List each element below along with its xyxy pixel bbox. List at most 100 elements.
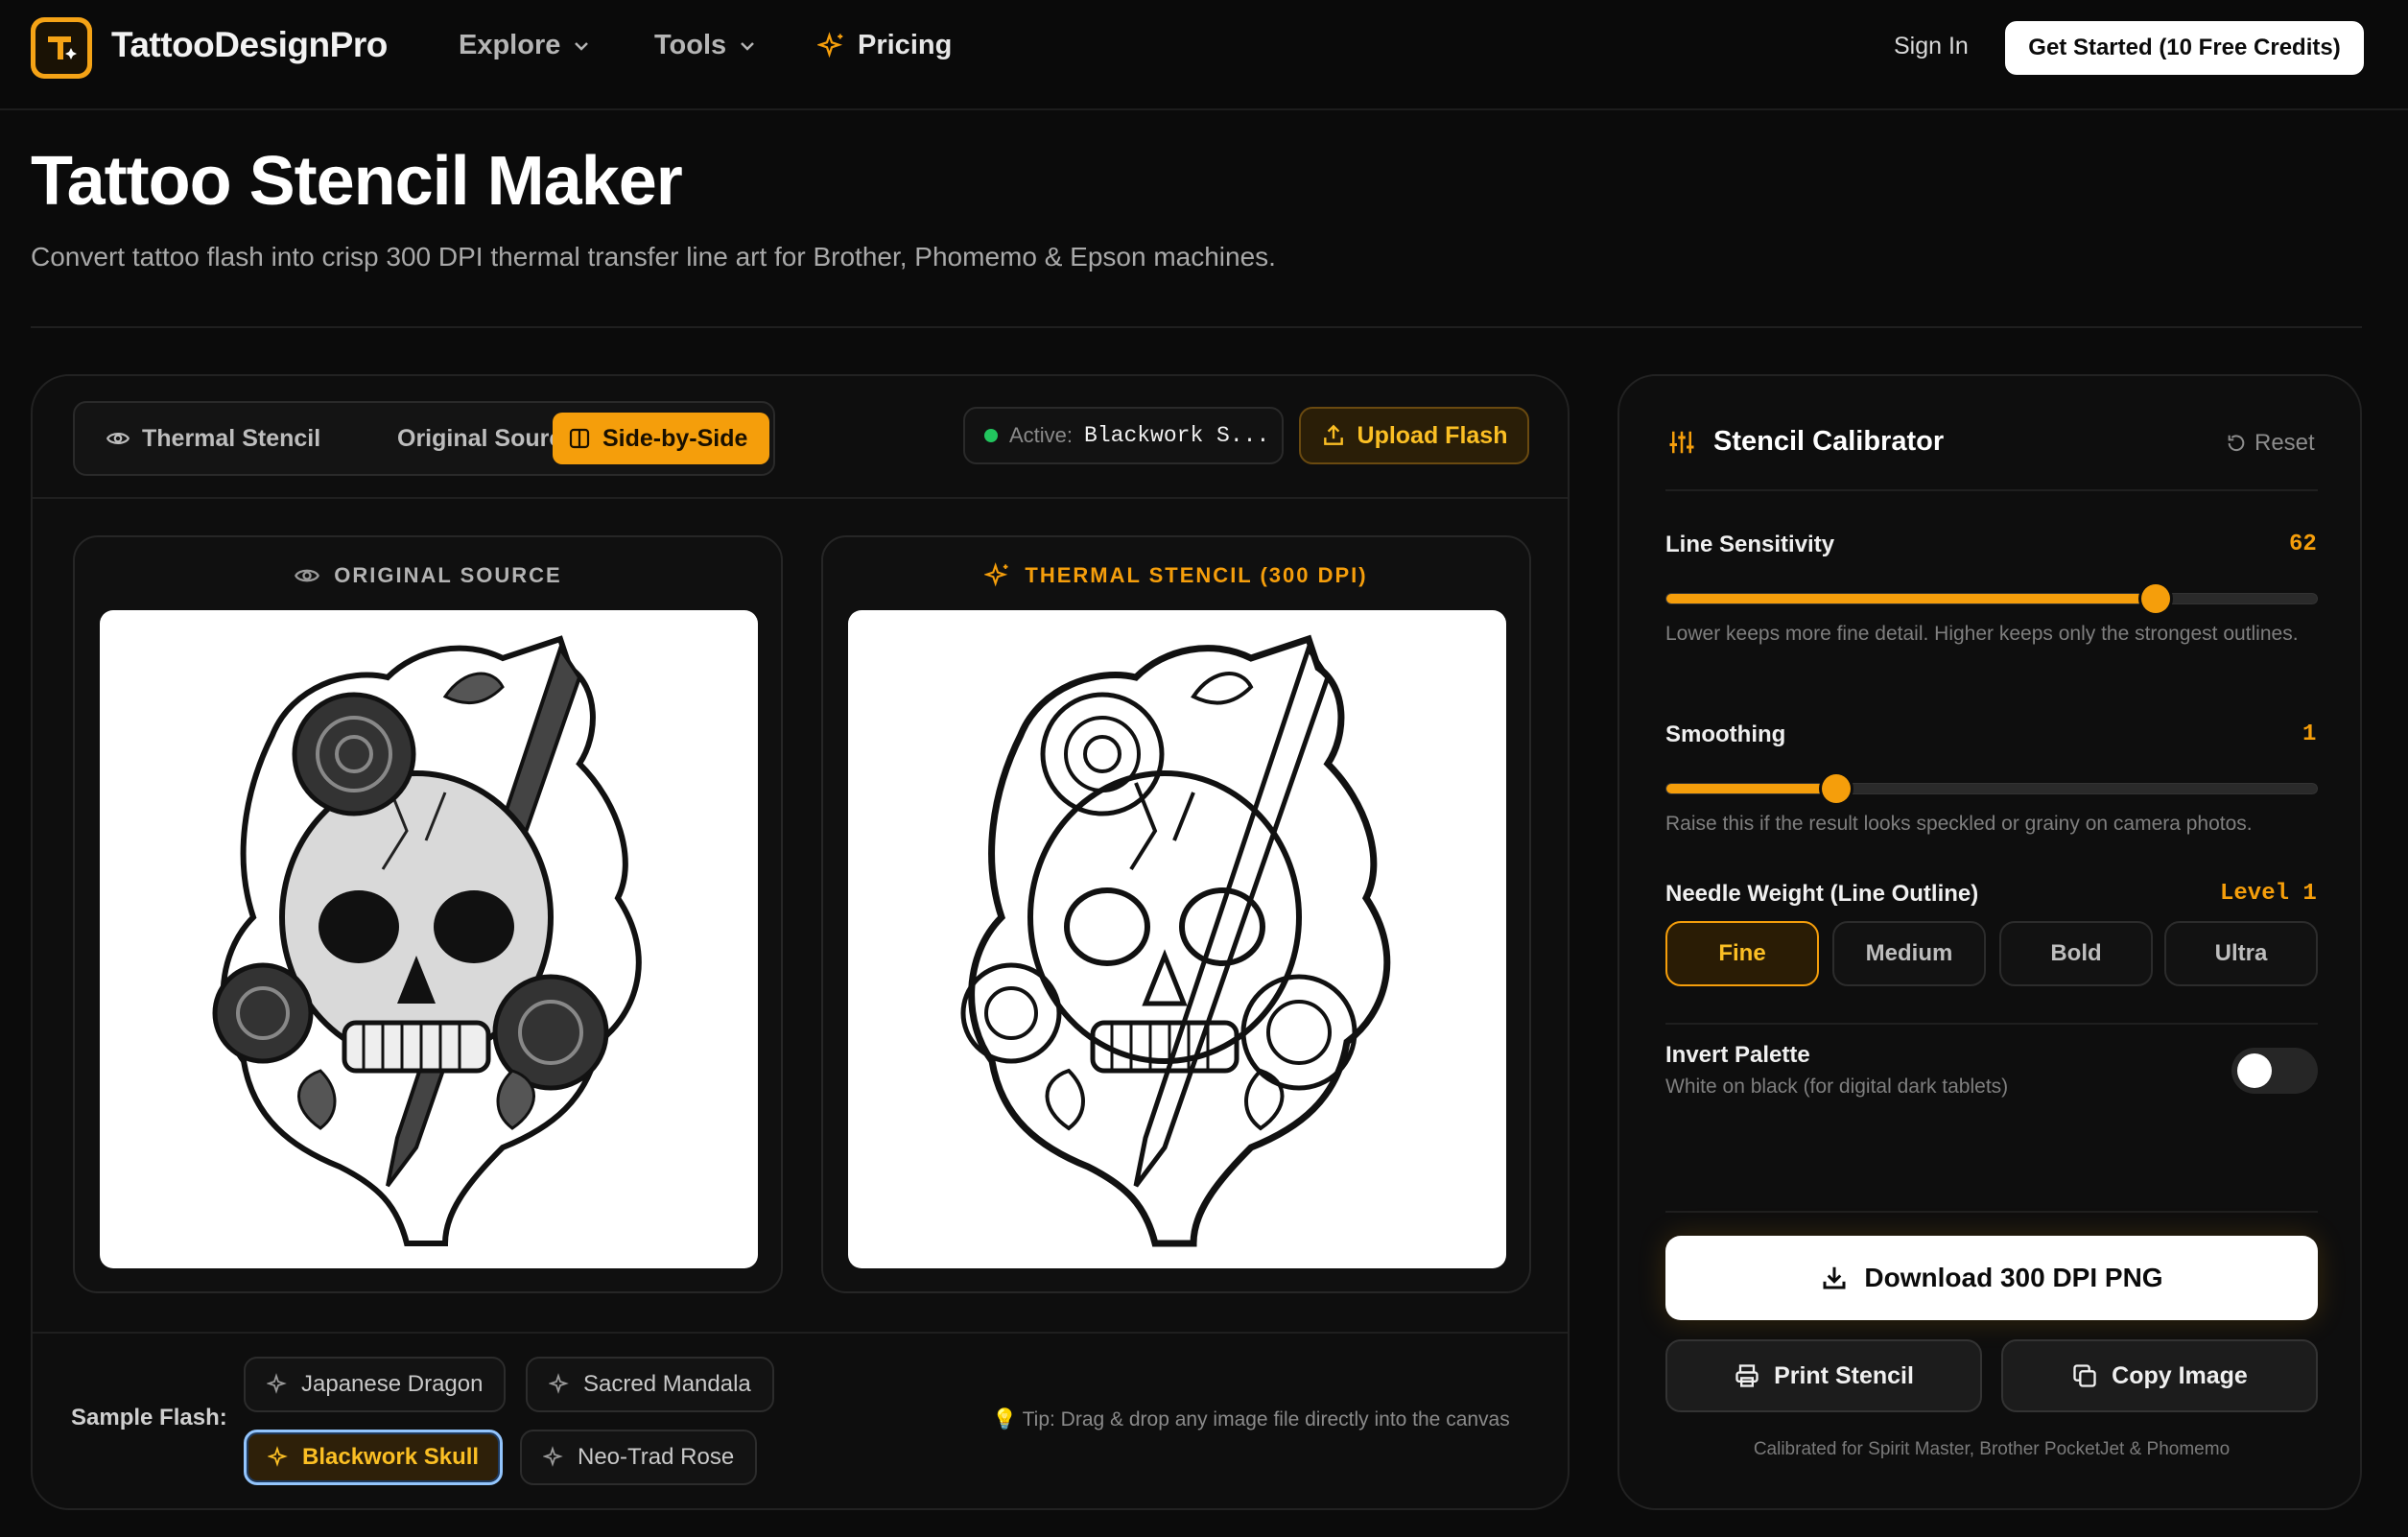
sample-sacred-mandala[interactable]: Sacred Mandala bbox=[526, 1357, 774, 1412]
needle-weight-value: Level 1 bbox=[2220, 881, 2317, 907]
smoothing-value: 1 bbox=[2302, 721, 2317, 747]
page-subtitle: Convert tattoo flash into crisp 300 DPI … bbox=[31, 242, 1276, 272]
original-source-title-text: ORIGINAL SOURCE bbox=[334, 563, 562, 587]
line-sensitivity-slider[interactable] bbox=[1665, 584, 2318, 613]
sample-japanese-dragon-label: Japanese Dragon bbox=[301, 1371, 484, 1397]
download-icon bbox=[1823, 1266, 1846, 1289]
sample-flash-label: Sample Flash: bbox=[71, 1405, 227, 1431]
sample-blackwork-skull-label: Blackwork Skull bbox=[302, 1444, 480, 1470]
copy-image-button[interactable]: Copy Image bbox=[2001, 1339, 2318, 1412]
brand-name[interactable]: TattooDesignPro bbox=[111, 25, 388, 65]
nav-explore-label: Explore bbox=[459, 30, 561, 60]
calibrator-header: Stencil Calibrator bbox=[1667, 426, 1944, 458]
sparkle-icon bbox=[267, 1373, 287, 1394]
calibrator-title: Stencil Calibrator bbox=[1713, 426, 1945, 457]
smoothing-fill bbox=[1666, 784, 1836, 793]
sign-in-link[interactable]: Sign In bbox=[1894, 33, 1969, 60]
stencil-calibrator-panel: Stencil Calibrator Reset Line Sensitivit… bbox=[1617, 374, 2362, 1510]
sparkle-icon bbox=[984, 562, 1008, 587]
sparkle-icon bbox=[268, 1446, 288, 1467]
tab-side-by-side-label: Side-by-Side bbox=[602, 424, 748, 452]
needle-weight-label: Needle Weight (Line Outline) bbox=[1665, 881, 1979, 907]
smoothing-label: Smoothing bbox=[1665, 721, 1786, 747]
actions-divider bbox=[1665, 1211, 2318, 1213]
get-started-button[interactable]: Get Started (10 Free Credits) bbox=[2005, 21, 2364, 75]
view-tabs: Thermal Stencil Original Source Side-by-… bbox=[73, 401, 775, 476]
skull-artwork-stencil bbox=[960, 634, 1391, 1247]
sample-sacred-mandala-label: Sacred Mandala bbox=[583, 1371, 751, 1397]
nav-pricing[interactable]: Pricing bbox=[817, 30, 952, 61]
original-canvas[interactable] bbox=[100, 610, 758, 1268]
top-nav: TattooDesignPro Explore Tools Pricing Si… bbox=[0, 0, 2408, 110]
print-stencil-label: Print Stencil bbox=[1774, 1361, 1914, 1389]
eye-icon bbox=[295, 569, 320, 582]
tab-thermal-stencil-label: Thermal Stencil bbox=[142, 424, 321, 452]
needle-medium-button[interactable]: Medium bbox=[1832, 921, 1986, 986]
sample-neo-trad-rose[interactable]: Neo-Trad Rose bbox=[520, 1430, 758, 1485]
reset-icon bbox=[2228, 435, 2245, 452]
sparkle-icon bbox=[817, 31, 843, 58]
needle-ultra-button[interactable]: Ultra bbox=[2164, 921, 2318, 986]
active-label: Active: bbox=[1009, 423, 1074, 447]
tab-side-by-side[interactable]: Side-by-Side bbox=[553, 413, 769, 464]
line-sensitivity-label: Line Sensitivity bbox=[1665, 532, 1835, 557]
tab-original-source-label: Original Source bbox=[397, 424, 577, 452]
upload-icon bbox=[1323, 424, 1343, 445]
invert-palette-label: Invert Palette bbox=[1665, 1042, 1810, 1068]
line-sensitivity-fill bbox=[1666, 594, 2156, 603]
nav-explore[interactable]: Explore bbox=[459, 30, 591, 61]
logo[interactable] bbox=[31, 17, 92, 79]
status-dot bbox=[984, 429, 998, 442]
copy-icon bbox=[2073, 1364, 2096, 1387]
invert-palette-help: White on black (for digital dark tablets… bbox=[1665, 1076, 2009, 1098]
page-title: Tattoo Stencil Maker bbox=[31, 143, 683, 220]
sample-blackwork-skull[interactable]: Blackwork Skull bbox=[244, 1430, 504, 1485]
sample-japanese-dragon[interactable]: Japanese Dragon bbox=[244, 1357, 507, 1412]
invert-palette-toggle[interactable] bbox=[2231, 1048, 2318, 1094]
nav-pricing-label: Pricing bbox=[858, 30, 953, 60]
reset-button[interactable]: Reset bbox=[2226, 430, 2315, 457]
drag-drop-tip: 💡 Tip: Drag & drop any image file direct… bbox=[992, 1408, 1510, 1431]
thermal-stencil-card: THERMAL STENCIL (300 DPI) bbox=[821, 535, 1531, 1293]
eye-icon bbox=[106, 433, 130, 444]
nav-tools[interactable]: Tools bbox=[654, 30, 757, 61]
chevron-down-icon bbox=[575, 41, 589, 51]
reset-label: Reset bbox=[2255, 430, 2315, 456]
upload-flash-label: Upload Flash bbox=[1357, 421, 1508, 449]
needle-bold-button[interactable]: Bold bbox=[1999, 921, 2153, 986]
header-divider bbox=[31, 326, 2362, 328]
tab-thermal-stencil[interactable]: Thermal Stencil bbox=[90, 413, 336, 464]
calibration-footer: Calibrated for Spirit Master, Brother Po… bbox=[1753, 1439, 2231, 1459]
print-stencil-button[interactable]: Print Stencil bbox=[1665, 1339, 1982, 1412]
copy-image-label: Copy Image bbox=[2112, 1361, 2248, 1389]
line-sensitivity-thumb[interactable] bbox=[2141, 584, 2170, 613]
smoothing-thumb[interactable] bbox=[1821, 774, 1851, 803]
sliders-icon bbox=[1669, 431, 1694, 453]
sparkle-icon bbox=[543, 1446, 563, 1467]
download-png-label: Download 300 DPI PNG bbox=[1864, 1263, 2163, 1292]
chevron-down-icon bbox=[741, 41, 755, 51]
printer-icon bbox=[1735, 1364, 1759, 1387]
original-source-card: ORIGINAL SOURCE bbox=[73, 535, 783, 1293]
stencil-canvas[interactable] bbox=[848, 610, 1506, 1268]
sparkle-icon bbox=[549, 1373, 569, 1394]
samples-divider bbox=[33, 1332, 1568, 1334]
needle-fine-button[interactable]: Fine bbox=[1665, 921, 1819, 986]
thermal-stencil-title: THERMAL STENCIL (300 DPI) bbox=[823, 562, 1529, 589]
download-png-button[interactable]: Download 300 DPI PNG bbox=[1665, 1236, 2318, 1320]
toggle-knob bbox=[2237, 1053, 2272, 1088]
toolbar-divider bbox=[33, 497, 1568, 499]
smoothing-slider[interactable] bbox=[1665, 774, 2318, 803]
nav-tools-label: Tools bbox=[654, 30, 727, 60]
skull-artwork-original bbox=[212, 635, 642, 1246]
active-value: Blackwork S... bbox=[1084, 423, 1270, 448]
thermal-stencil-title-text: THERMAL STENCIL (300 DPI) bbox=[1025, 563, 1368, 587]
calibrator-divider bbox=[1665, 489, 2318, 491]
invert-divider-top bbox=[1665, 1023, 2318, 1025]
smoothing-help: Raise this if the result looks speckled … bbox=[1665, 813, 2253, 835]
sample-neo-trad-rose-label: Neo-Trad Rose bbox=[578, 1444, 735, 1470]
line-sensitivity-help: Lower keeps more fine detail. Higher kee… bbox=[1665, 623, 2299, 645]
preview-panel: Thermal Stencil Original Source Side-by-… bbox=[31, 374, 1570, 1510]
upload-flash-button[interactable]: Upload Flash bbox=[1299, 407, 1529, 464]
line-sensitivity-value: 62 bbox=[2289, 532, 2317, 557]
